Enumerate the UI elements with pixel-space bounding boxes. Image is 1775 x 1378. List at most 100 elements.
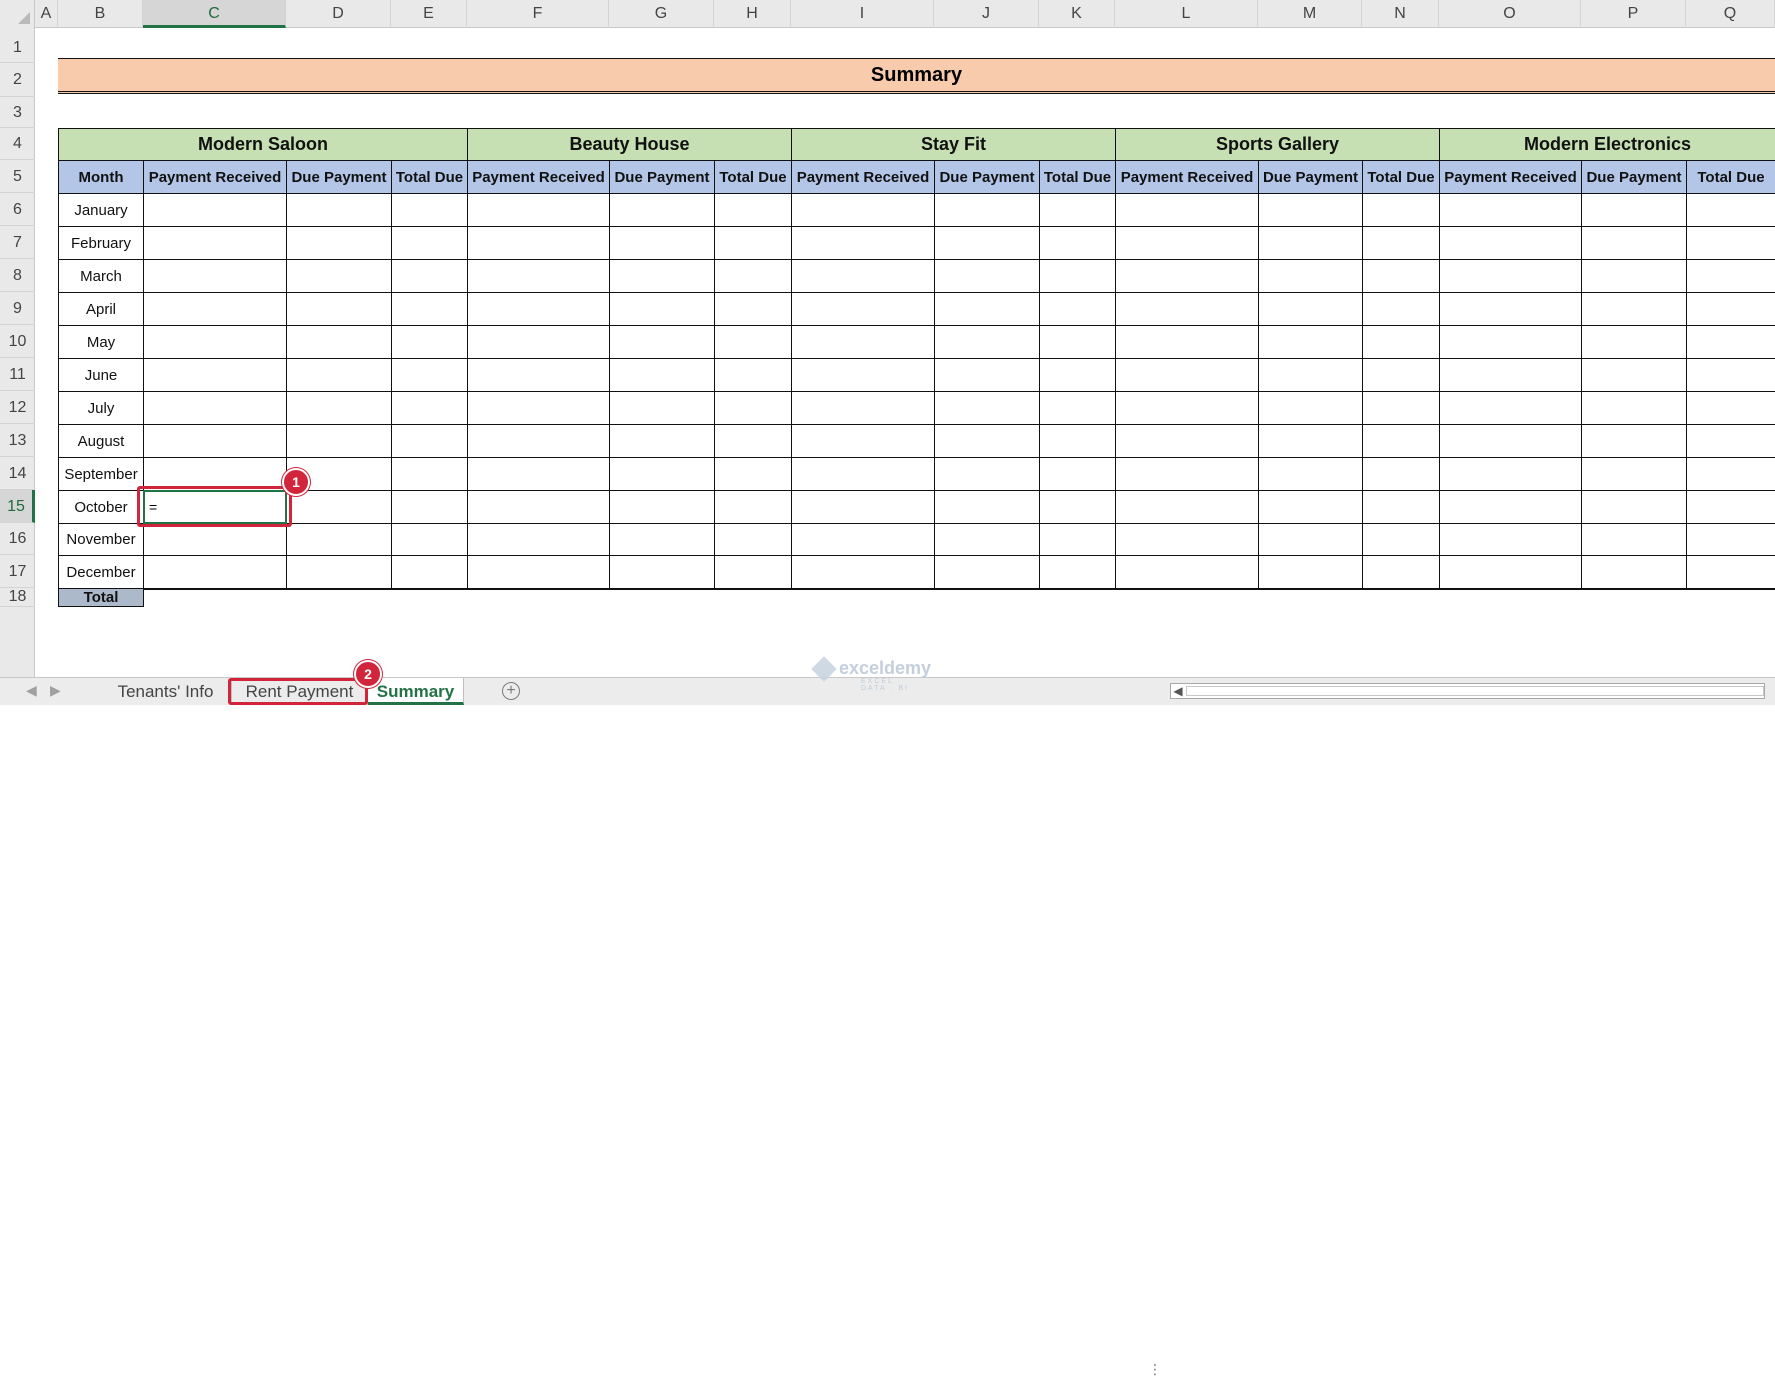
data-cell[interactable] (467, 424, 610, 458)
subheader-due-payment[interactable]: Due Payment (1258, 160, 1363, 194)
row-header-16[interactable]: 16 (0, 523, 35, 555)
data-cell[interactable] (609, 424, 715, 458)
data-cell[interactable] (286, 391, 392, 425)
data-cell[interactable] (1039, 259, 1116, 293)
data-cell[interactable] (1362, 424, 1440, 458)
total-cell[interactable] (1686, 588, 1775, 590)
column-header-m[interactable]: M (1258, 0, 1362, 28)
data-cell[interactable] (1686, 358, 1775, 392)
scrollbar-thumb[interactable] (1186, 686, 1764, 696)
data-cell[interactable] (714, 424, 792, 458)
subheader-total-due[interactable]: Total Due (1362, 160, 1440, 194)
data-cell[interactable] (467, 523, 610, 556)
total-cell[interactable] (1039, 588, 1116, 590)
data-cell[interactable] (1581, 193, 1687, 227)
data-cell[interactable] (286, 424, 392, 458)
data-cell[interactable] (1115, 490, 1259, 524)
data-cell[interactable] (609, 226, 715, 260)
data-cell[interactable] (391, 226, 468, 260)
data-cell[interactable] (391, 259, 468, 293)
data-cell[interactable] (1581, 523, 1687, 556)
data-cell[interactable] (467, 358, 610, 392)
data-cell[interactable] (391, 358, 468, 392)
data-cell[interactable] (1362, 259, 1440, 293)
data-cell[interactable] (714, 292, 792, 326)
data-cell[interactable] (609, 391, 715, 425)
month-cell[interactable]: January (58, 193, 144, 227)
data-cell[interactable] (934, 391, 1040, 425)
column-header-g[interactable]: G (609, 0, 714, 28)
data-cell[interactable] (1115, 259, 1259, 293)
data-cell[interactable] (286, 325, 392, 359)
data-cell[interactable] (286, 523, 392, 556)
data-cell[interactable] (1439, 490, 1582, 524)
data-cell[interactable] (1258, 226, 1363, 260)
data-cell[interactable] (1115, 457, 1259, 491)
data-cell[interactable] (1258, 358, 1363, 392)
column-header-j[interactable]: J (934, 0, 1039, 28)
data-cell[interactable] (609, 358, 715, 392)
data-cell[interactable] (714, 457, 792, 491)
column-header-c[interactable]: C (143, 0, 286, 28)
data-cell[interactable] (609, 523, 715, 556)
column-header-d[interactable]: D (286, 0, 391, 28)
month-cell[interactable]: February (58, 226, 144, 260)
data-cell[interactable] (1581, 424, 1687, 458)
data-cell[interactable] (1439, 358, 1582, 392)
total-cell[interactable] (286, 588, 392, 590)
data-cell[interactable] (791, 424, 935, 458)
data-cell[interactable] (286, 490, 392, 524)
data-cell[interactable] (286, 555, 392, 589)
subheader-due-payment[interactable]: Due Payment (286, 160, 392, 194)
month-cell[interactable]: March (58, 259, 144, 293)
data-cell[interactable] (467, 259, 610, 293)
total-label-cell[interactable]: Total (58, 588, 144, 607)
data-cell[interactable] (791, 523, 935, 556)
data-cell[interactable] (1362, 358, 1440, 392)
data-cell[interactable] (934, 226, 1040, 260)
data-cell[interactable] (1039, 391, 1116, 425)
total-cell[interactable] (1581, 588, 1687, 590)
data-cell[interactable] (1258, 259, 1363, 293)
data-cell[interactable] (1115, 193, 1259, 227)
data-cell[interactable] (1039, 555, 1116, 589)
data-cell[interactable] (1686, 391, 1775, 425)
add-sheet-icon[interactable]: + (502, 682, 520, 700)
column-header-e[interactable]: E (391, 0, 467, 28)
data-cell[interactable] (467, 292, 610, 326)
data-cell[interactable] (1115, 523, 1259, 556)
data-cell[interactable] (714, 193, 792, 227)
month-header[interactable]: Month (58, 160, 144, 194)
column-header-q[interactable]: Q (1686, 0, 1775, 28)
row-header-8[interactable]: 8 (0, 259, 35, 292)
data-cell[interactable] (1362, 193, 1440, 227)
data-cell[interactable] (1258, 555, 1363, 589)
total-cell[interactable] (143, 588, 287, 590)
data-cell[interactable] (934, 490, 1040, 524)
data-cell[interactable] (286, 358, 392, 392)
subheader-total-due[interactable]: Total Due (391, 160, 468, 194)
data-cell[interactable] (791, 325, 935, 359)
company-header-5[interactable]: Modern Electronics (1439, 128, 1775, 161)
data-cell[interactable] (391, 325, 468, 359)
month-cell[interactable]: May (58, 325, 144, 359)
select-all-corner[interactable] (0, 0, 35, 28)
data-cell[interactable] (391, 292, 468, 326)
month-cell[interactable]: December (58, 555, 144, 589)
data-cell[interactable] (714, 490, 792, 524)
data-cell[interactable] (1439, 424, 1582, 458)
data-cell[interactable] (1686, 193, 1775, 227)
data-cell[interactable] (609, 555, 715, 589)
row-header-6[interactable]: 6 (0, 193, 35, 226)
data-cell[interactable] (1258, 523, 1363, 556)
data-cell[interactable] (1581, 292, 1687, 326)
data-cell[interactable] (143, 358, 287, 392)
subheader-due-payment[interactable]: Due Payment (934, 160, 1040, 194)
month-cell[interactable]: November (58, 523, 144, 556)
data-cell[interactable] (286, 226, 392, 260)
data-cell[interactable] (609, 259, 715, 293)
data-cell[interactable] (934, 358, 1040, 392)
data-cell[interactable] (1039, 424, 1116, 458)
tab-tenants-info[interactable]: Tenants' Info (100, 678, 232, 705)
data-cell[interactable] (1258, 391, 1363, 425)
